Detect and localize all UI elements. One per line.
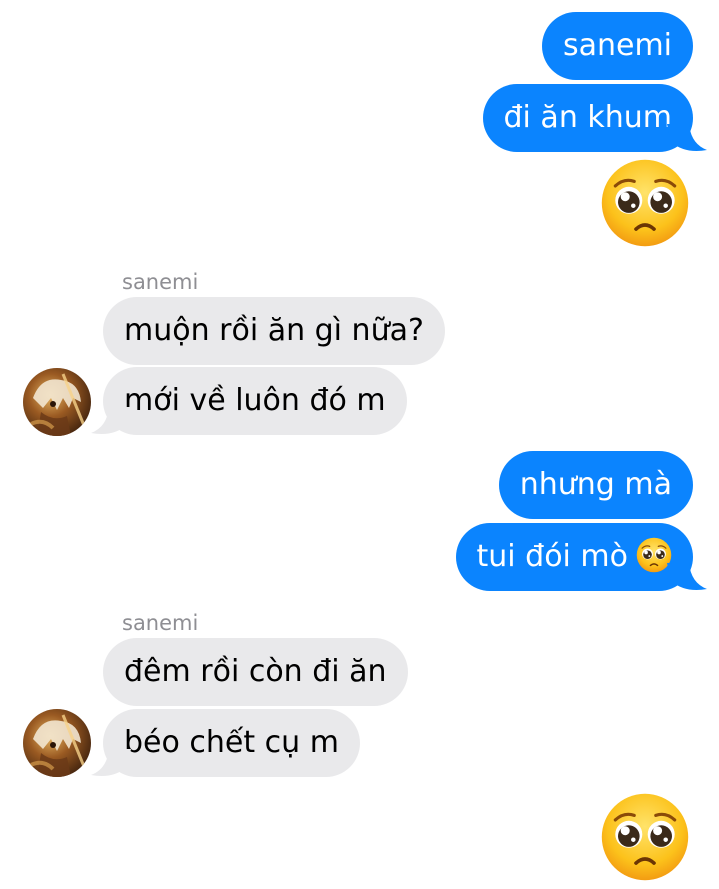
message-text: muộn rồi ăn gì nữa?: [124, 313, 424, 348]
message-text: sanemi: [562, 28, 672, 63]
avatar[interactable]: [23, 709, 91, 777]
message-bubble-sent[interactable]: đi ăn khum: [482, 84, 693, 152]
message-bubble-sent[interactable]: tui đói mò: [455, 523, 693, 591]
bubble-tail: [667, 563, 707, 590]
message-text: béo chết cụ m: [124, 725, 339, 760]
message-text: đêm rồi còn đi ăn: [124, 654, 387, 689]
message-bubble-sent[interactable]: nhưng mà: [498, 451, 693, 519]
bubble-tail: [91, 749, 131, 776]
pleading-face-icon[interactable]: [600, 158, 690, 248]
pleading-face-icon[interactable]: [600, 792, 690, 882]
message-bubble-sent[interactable]: sanemi: [541, 12, 693, 80]
avatar[interactable]: [23, 368, 91, 436]
message-text: nhưng mà: [519, 467, 672, 502]
message-bubble-received[interactable]: muộn rồi ăn gì nữa?: [103, 297, 445, 365]
message-text: tui đói mò: [476, 539, 629, 574]
bubble-tail: [91, 407, 131, 434]
bubble-tail: [667, 124, 707, 151]
message-bubble-received[interactable]: béo chết cụ m: [103, 709, 360, 777]
sender-name: sanemi: [122, 270, 199, 294]
message-bubble-received[interactable]: mới về luôn đó m: [103, 367, 407, 435]
message-bubble-received[interactable]: đêm rồi còn đi ăn: [103, 638, 408, 706]
message-text: đi ăn khum: [503, 100, 672, 135]
sender-name: sanemi: [122, 611, 199, 635]
message-text: mới về luôn đó m: [124, 383, 386, 418]
